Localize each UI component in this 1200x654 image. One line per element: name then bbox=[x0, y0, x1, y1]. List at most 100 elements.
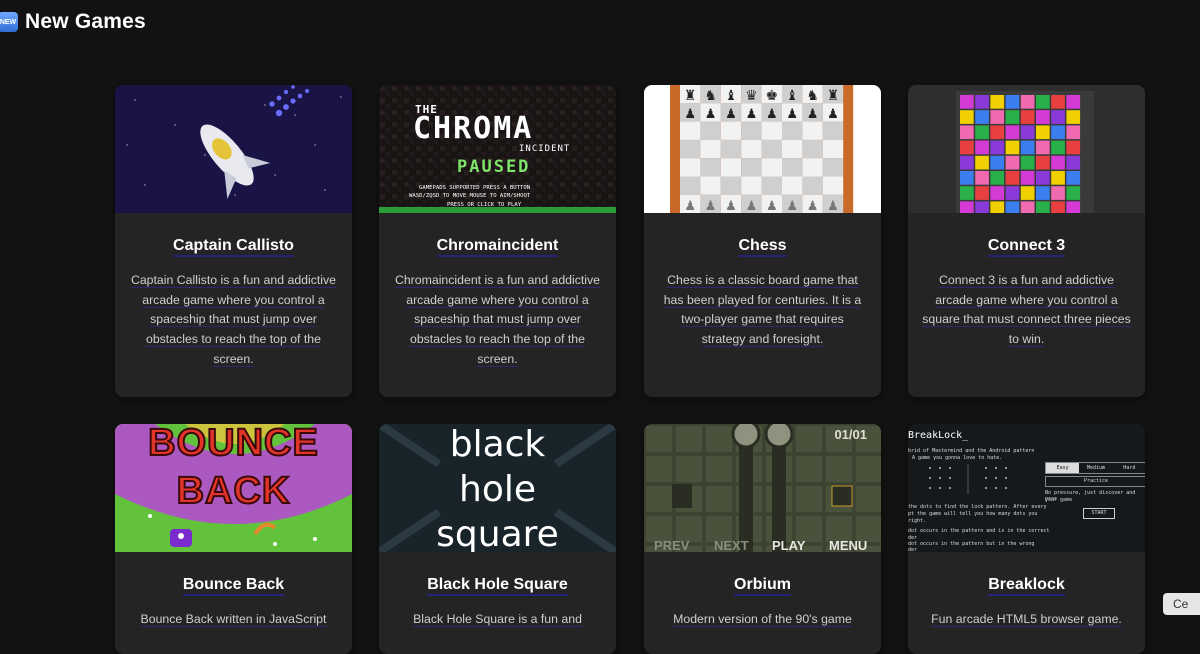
game-card-orbium[interactable]: 01/01 PREV NEXT PLAY MENU Orbium Modern … bbox=[644, 424, 881, 654]
game-card-bounce-back[interactable]: BOUNCE BACK Bounce Back Bounce Back writ… bbox=[115, 424, 352, 654]
connect-3-tile bbox=[1051, 125, 1065, 140]
game-title[interactable]: Chess bbox=[738, 237, 787, 257]
breaklock-rule-4: dot occurs in the pattern and is in the … bbox=[908, 528, 1050, 534]
chess-square bbox=[761, 158, 782, 177]
chess-square bbox=[761, 121, 782, 140]
game-thumbnail[interactable]: black hole square bbox=[379, 424, 616, 552]
breaklock-tab-medium[interactable]: Medium bbox=[1079, 463, 1112, 473]
connect-3-tile bbox=[1036, 125, 1050, 140]
connect-3-tile bbox=[960, 186, 974, 200]
connect-3-tile bbox=[1005, 155, 1020, 170]
game-description: Connect 3 is a fun and addictive arcade … bbox=[922, 273, 1131, 348]
game-thumbnail[interactable]: BOUNCE BACK bbox=[115, 424, 352, 552]
game-thumbnail[interactable]: BreakLock_ brid of Mastermind and the An… bbox=[908, 424, 1145, 552]
new-icon: NEW bbox=[0, 12, 18, 32]
chess-piece: ♜ bbox=[684, 87, 697, 103]
game-card-black-hole-square[interactable]: black hole square Black Hole Square Blac… bbox=[379, 424, 616, 654]
game-thumbnail[interactable] bbox=[908, 85, 1145, 213]
game-title[interactable]: Connect 3 bbox=[987, 237, 1066, 257]
connect-3-tile bbox=[975, 125, 989, 140]
orbium-play: PLAY bbox=[772, 538, 806, 552]
chess-square bbox=[782, 176, 803, 195]
breaklock-intro-2: A game you gonna love to hate. bbox=[912, 455, 1003, 461]
side-button[interactable]: Ce bbox=[1163, 593, 1200, 615]
chroma-paused: PAUSED bbox=[457, 157, 531, 177]
breaklock-tab-easy[interactable]: Easy bbox=[1046, 463, 1080, 473]
game-thumbnail[interactable]: 01/01 PREV NEXT PLAY MENU bbox=[644, 424, 881, 552]
chess-square bbox=[782, 158, 803, 177]
game-description: Fun arcade HTML5 browser game. bbox=[931, 612, 1122, 627]
bounce-title-line-2: BACK bbox=[176, 469, 291, 513]
chess-square bbox=[741, 121, 762, 140]
connect-3-tile bbox=[1066, 171, 1081, 185]
game-title[interactable]: Captain Callisto bbox=[173, 237, 294, 257]
connect-3-tile bbox=[1066, 125, 1081, 140]
connect-3-tile bbox=[1036, 186, 1050, 200]
chess-piece: ♜ bbox=[827, 87, 840, 103]
breaklock-tab-hard[interactable]: Hard bbox=[1113, 463, 1145, 473]
chess-square bbox=[700, 158, 721, 177]
chess-piece: ♟ bbox=[705, 106, 717, 121]
spaceship-thumbnail bbox=[115, 85, 352, 213]
chroma-line-7: PRESS OR CLICK TO PLAY bbox=[447, 202, 522, 208]
connect-3-tile bbox=[975, 171, 989, 185]
connect-3-tile bbox=[990, 171, 1005, 185]
breaklock-rule-6: dot occurs in the pattern but in the wro… bbox=[908, 541, 1035, 547]
connect-3-tile bbox=[1066, 186, 1081, 200]
breaklock-rule-2: pt the game will tell you how many dots … bbox=[908, 511, 1038, 517]
breaklock-rule-3: right. bbox=[908, 518, 927, 524]
black-hole-line-2: hole bbox=[459, 469, 536, 510]
chess-square bbox=[720, 121, 742, 140]
game-description: Bounce Back written in JavaScript bbox=[140, 612, 327, 627]
game-title[interactable]: Orbium bbox=[734, 576, 791, 596]
connect-3-tile bbox=[1051, 155, 1065, 170]
orbium-menu: MENU bbox=[829, 538, 868, 552]
game-card-chess[interactable]: ♜ ♟ ♟ ♞ ♟ ♟ ♝ ♟ ♟ ♛ ♟ ♟ ♚ ♟ ♟ ♝ ♟ ♟ ♞ ♟ ♟ ♜ ♟ ♟ Chess Chess is … bbox=[644, 85, 881, 397]
connect-3-tile bbox=[1066, 110, 1081, 124]
chess-square bbox=[802, 158, 823, 177]
breaklock-start-button[interactable]: START bbox=[1083, 508, 1115, 519]
chess-square bbox=[720, 158, 742, 177]
connect-3-tile bbox=[1020, 140, 1035, 155]
connect-3-tile bbox=[1020, 125, 1035, 140]
connect-3-tile bbox=[1036, 95, 1050, 109]
chess-square bbox=[741, 176, 762, 195]
game-card-chromaincident[interactable]: THE CHROMA INCIDENT PAUSED GAMEPADS SUPP… bbox=[379, 85, 616, 397]
game-thumbnail[interactable] bbox=[115, 85, 352, 213]
game-card-captain-callisto[interactable]: Captain Callisto Captain Callisto is a f… bbox=[115, 85, 352, 397]
chess-square bbox=[680, 176, 701, 195]
chess-piece: ♟ bbox=[807, 198, 819, 213]
connect-3-tile bbox=[990, 125, 1005, 140]
chroma-line-5: GAMEPADS SUPPORTED PRESS A BUTTON bbox=[419, 185, 531, 191]
game-title[interactable]: Black Hole Square bbox=[427, 576, 568, 596]
game-card-connect-3[interactable]: Connect 3 Connect 3 is a fun and addicti… bbox=[908, 85, 1145, 397]
chess-piece: ♟ bbox=[725, 198, 737, 213]
connect-3-tile bbox=[1036, 110, 1050, 124]
game-card-breaklock[interactable]: BreakLock_ brid of Mastermind and the An… bbox=[908, 424, 1145, 654]
connect-3-tile bbox=[1020, 95, 1035, 109]
connect-3-tile bbox=[1005, 186, 1020, 200]
game-title[interactable]: Breaklock bbox=[988, 576, 1065, 596]
connect-3-tile bbox=[990, 110, 1005, 124]
game-thumbnail[interactable]: THE CHROMA INCIDENT PAUSED GAMEPADS SUPP… bbox=[379, 85, 616, 213]
page-title: New Games bbox=[25, 10, 146, 33]
connect-3-tile bbox=[960, 125, 974, 140]
connect-3-tile bbox=[1066, 95, 1081, 109]
connect-3-tile bbox=[990, 140, 1005, 155]
chess-piece: ♟ bbox=[725, 106, 737, 121]
connect-3-tile bbox=[960, 95, 974, 109]
chess-square bbox=[680, 139, 701, 159]
breaklock-rule-7: der bbox=[908, 547, 918, 552]
game-description: Modern version of the 90's game bbox=[673, 612, 852, 627]
connect-3-board bbox=[956, 91, 1094, 213]
black-hole-line-1: black bbox=[449, 424, 546, 465]
chess-piece: ♟ bbox=[746, 106, 758, 121]
connect-3-tile bbox=[1020, 155, 1035, 170]
breaklock-practice-button[interactable]: Practice bbox=[1045, 476, 1145, 487]
connect-3-tile bbox=[1005, 110, 1020, 124]
game-title[interactable]: Chromaincident bbox=[436, 237, 559, 257]
connect-3-tile bbox=[990, 186, 1005, 200]
game-title[interactable]: Bounce Back bbox=[182, 576, 285, 596]
game-thumbnail[interactable]: ♜ ♟ ♟ ♞ ♟ ♟ ♝ ♟ ♟ ♛ ♟ ♟ ♚ ♟ ♟ ♝ ♟ ♟ ♞ ♟ ♟ ♜ ♟ ♟ bbox=[644, 85, 881, 213]
breaklock-logo: BreakLock_ bbox=[908, 430, 969, 441]
